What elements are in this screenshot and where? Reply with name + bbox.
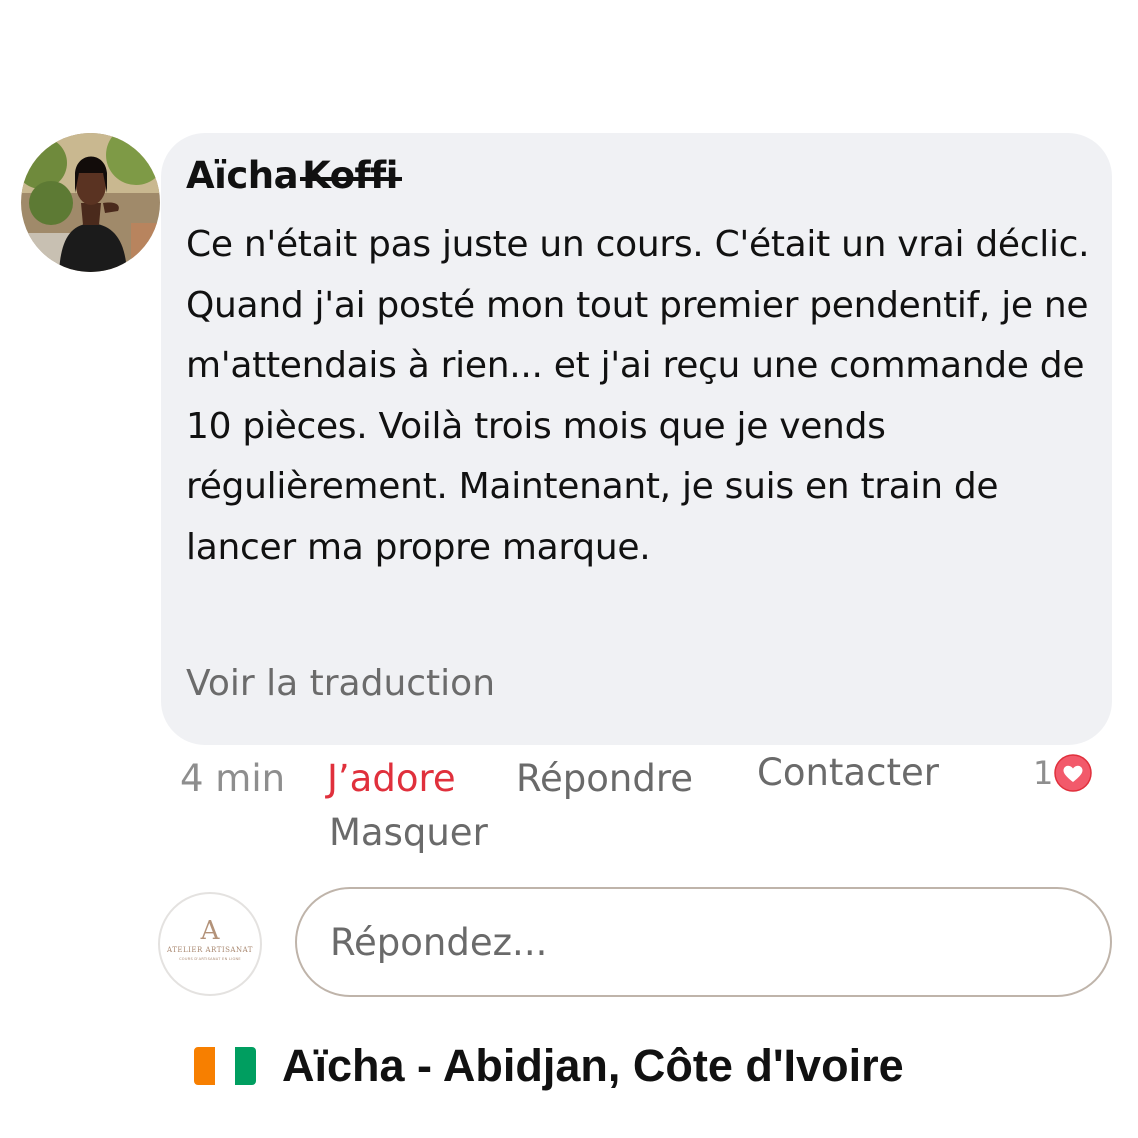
author-first-name: Aïcha bbox=[186, 154, 299, 197]
testimonial-caption: Aïcha - Abidjan, Côte d'Ivoire bbox=[194, 1040, 904, 1092]
user-photo-avatar-icon bbox=[21, 133, 160, 272]
heart-reaction-icon bbox=[1054, 754, 1093, 792]
brand-tagline: COURS D'ARTISANAT EN LIGNE bbox=[179, 957, 241, 961]
brand-logo-avatar: A ATELIER ARTISANAT COURS D'ARTISANAT EN… bbox=[158, 892, 262, 996]
comment-author[interactable]: Aïcha Koffi bbox=[186, 154, 398, 197]
comment-text: Ce n'était pas juste un cours. C'était u… bbox=[186, 224, 1090, 568]
contact-button[interactable]: Contacter bbox=[757, 751, 939, 794]
hide-button[interactable]: Masquer bbox=[329, 811, 488, 854]
comment-bubble: Aïcha Koffi Ce n'était pas juste un cours… bbox=[161, 133, 1112, 745]
reply-input[interactable] bbox=[295, 887, 1112, 997]
commenter-avatar[interactable] bbox=[21, 133, 160, 272]
reaction-summary[interactable]: 1 bbox=[1033, 753, 1093, 793]
reply-button[interactable]: Répondre bbox=[516, 757, 693, 800]
reaction-count: 1 bbox=[1033, 754, 1054, 792]
ivory-coast-flag-icon bbox=[194, 1047, 256, 1085]
brand-logo-icon: A bbox=[200, 916, 220, 946]
caption-text: Aïcha - Abidjan, Côte d'Ivoire bbox=[282, 1040, 904, 1091]
author-last-name-struck: Koffi bbox=[302, 154, 398, 197]
see-translation-link[interactable]: Voir la traduction bbox=[186, 663, 495, 704]
brand-name: ATELIER ARTISANAT bbox=[167, 946, 253, 954]
comment-timestamp: 4 min bbox=[180, 757, 286, 800]
love-button[interactable]: J’adore bbox=[327, 757, 456, 800]
